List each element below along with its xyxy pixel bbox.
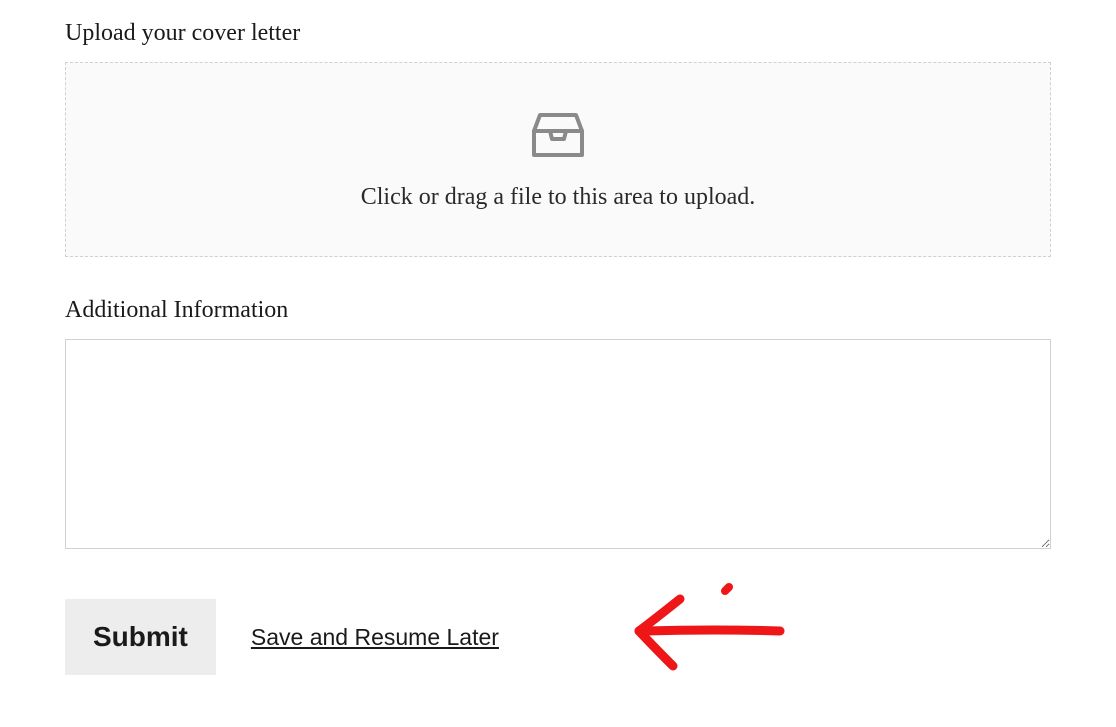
cover-letter-label: Upload your cover letter bbox=[65, 20, 1051, 47]
additional-information-textarea[interactable] bbox=[65, 339, 1051, 549]
save-and-resume-link[interactable]: Save and Resume Later bbox=[251, 624, 499, 651]
inbox-icon bbox=[528, 109, 588, 166]
submit-button[interactable]: Submit bbox=[65, 599, 216, 675]
additional-information-label: Additional Information bbox=[65, 297, 1051, 324]
cover-letter-field: Upload your cover letter Click or drag a… bbox=[65, 20, 1051, 257]
form-actions: Submit Save and Resume Later bbox=[65, 599, 1051, 675]
upload-instruction-text: Click or drag a file to this area to upl… bbox=[361, 184, 756, 211]
additional-information-field: Additional Information bbox=[65, 297, 1051, 599]
upload-dropzone[interactable]: Click or drag a file to this area to upl… bbox=[65, 62, 1051, 257]
